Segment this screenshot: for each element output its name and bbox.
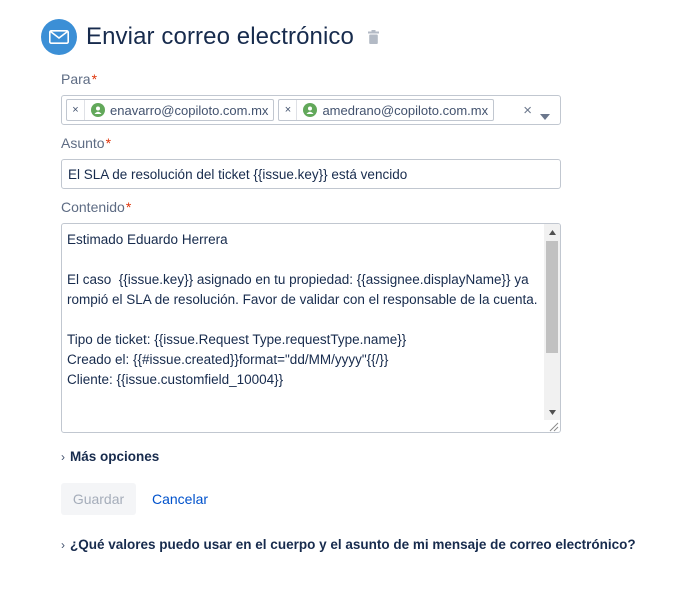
save-button[interactable]: Guardar (61, 483, 136, 515)
contenido-text: Estimado Eduardo Herrera El caso {{issue… (67, 232, 538, 387)
mail-icon (41, 19, 77, 55)
send-email-form: Enviar correo electrónico Para* × enavar… (0, 0, 700, 610)
recipient-email: amedrano@copiloto.com.mx (322, 102, 489, 118)
more-options-toggle[interactable]: › Más opciones (61, 449, 159, 464)
scroll-up-icon[interactable] (544, 224, 560, 240)
required-mark: * (125, 199, 132, 215)
page-title: Enviar correo electrónico (86, 23, 354, 50)
chevron-right-icon: › (61, 449, 65, 464)
remove-recipient-button[interactable]: × (279, 100, 298, 120)
resize-grip-icon[interactable] (547, 419, 559, 432)
form-header: Enviar correo electrónico (41, 18, 379, 56)
scroll-thumb[interactable] (546, 241, 558, 353)
chevron-right-icon: › (61, 537, 65, 552)
recipient-email: enavarro@copiloto.com.mx (110, 102, 269, 118)
required-mark: * (105, 135, 112, 151)
recipient-chip: × enavarro@copiloto.com.mx (66, 99, 275, 121)
contenido-textarea[interactable]: Estimado Eduardo Herrera El caso {{issue… (61, 223, 561, 433)
clear-recipients-button[interactable]: × (523, 102, 532, 119)
remove-recipient-button[interactable]: × (67, 100, 85, 120)
content-scrollbar[interactable] (544, 224, 560, 420)
user-avatar-icon (91, 103, 105, 117)
scroll-down-icon[interactable] (544, 404, 560, 420)
required-mark: * (91, 71, 98, 87)
para-label: Para* (61, 71, 98, 87)
asunto-input[interactable] (61, 159, 561, 189)
help-toggle[interactable]: › ¿Qué valores puedo usar en el cuerpo y… (61, 537, 636, 552)
asunto-label: Asunto* (61, 135, 112, 151)
more-options-label: Más opciones (70, 449, 160, 464)
chevron-down-icon[interactable] (540, 107, 550, 125)
para-field[interactable]: × enavarro@copiloto.com.mx × amedrano@co… (61, 95, 561, 125)
help-label: ¿Qué valores puedo usar en el cuerpo y e… (70, 537, 636, 552)
user-avatar-icon (303, 103, 318, 117)
contenido-label: Contenido* (61, 199, 132, 215)
cancel-button[interactable]: Cancelar (152, 491, 208, 507)
recipient-chip: × amedrano@copiloto.com.mx (278, 99, 495, 121)
trash-icon[interactable] (367, 30, 379, 44)
